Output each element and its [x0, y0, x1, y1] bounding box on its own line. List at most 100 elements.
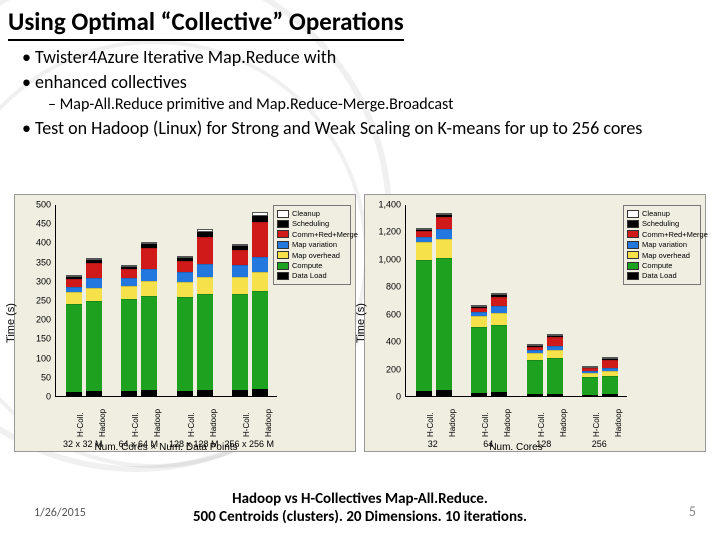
bar-segment — [86, 258, 102, 260]
y-tick-label: 600 — [386, 310, 401, 319]
x-axis-label: Num. Cores — [405, 442, 627, 453]
bar-segment — [141, 390, 157, 396]
x-bar-label: Hadoop — [210, 409, 218, 437]
bar-segment — [602, 359, 618, 360]
bar-segment — [471, 312, 487, 315]
bar-segment — [121, 299, 137, 391]
bullet-list: Twister4Azure Iterative Map.Reduce with … — [18, 44, 698, 142]
bar-segment — [416, 260, 432, 390]
legend-swatch — [277, 251, 289, 259]
bar-segment — [177, 391, 193, 396]
legend-swatch — [277, 262, 289, 270]
bar-segment — [471, 308, 487, 312]
bar-segment — [66, 304, 82, 392]
x-bar-label: H-Coll. — [132, 413, 140, 437]
y-axis-label: Time (s) — [5, 303, 17, 343]
legend-label: Compute — [642, 261, 672, 270]
bar-segment — [121, 269, 137, 279]
bar-segment — [66, 275, 82, 277]
legend-item: Scheduling — [627, 219, 697, 228]
bar-segment — [197, 277, 213, 294]
legend-swatch — [627, 251, 639, 259]
plot-area — [55, 205, 277, 397]
y-tick-label: 0 — [396, 393, 401, 402]
bar-segment — [177, 261, 193, 273]
bar-segment — [86, 278, 102, 288]
bar-segment — [416, 230, 432, 231]
bar-segment — [582, 377, 598, 395]
legend-item: Compute — [277, 261, 347, 270]
x-bar-label: H-Coll. — [593, 413, 601, 437]
bar-segment — [602, 357, 618, 359]
bar-segment — [66, 277, 82, 279]
bar-segment — [232, 244, 248, 246]
bar-segment — [141, 244, 157, 248]
y-tick-label: 800 — [386, 283, 401, 292]
x-bar-label: H-Coll. — [482, 413, 490, 437]
bar-segment — [471, 307, 487, 308]
legend-swatch — [277, 272, 289, 280]
bar-segment — [86, 260, 102, 263]
bar-segment — [547, 394, 563, 396]
bar-segment — [232, 246, 248, 250]
x-bar-label: Hadoop — [615, 409, 623, 437]
legend-swatch — [277, 210, 289, 218]
bullet-item: Test on Hadoop (Linux) for Strong and We… — [36, 117, 698, 140]
y-tick-label: 100 — [36, 354, 51, 363]
y-tick-label: 150 — [36, 335, 51, 344]
y-axis-ticks: 050100150200250300350400450500 — [19, 205, 53, 397]
legend-label: Comm+Red+Merge — [642, 230, 708, 239]
bar-segment — [491, 297, 507, 307]
bullet-subitem: Map-All.Reduce primitive and Map.Reduce-… — [62, 95, 698, 115]
legend-item: Data Load — [627, 271, 697, 280]
page-title: Using Optimal “Collective” Operations — [8, 6, 404, 41]
bullet-item: enhanced collectives — [36, 71, 698, 94]
legend-label: Map variation — [292, 240, 337, 249]
x-axis-label: Num. Cores × Num. Data Points — [55, 442, 277, 453]
bar-segment — [66, 279, 82, 287]
bar-segment — [602, 368, 618, 371]
legend-swatch — [627, 220, 639, 228]
bar-segment — [416, 391, 432, 396]
y-tick-label: 200 — [386, 365, 401, 374]
legend-item: Map overhead — [277, 251, 347, 260]
bar-segment — [141, 269, 157, 281]
bar-segment — [436, 390, 452, 396]
y-tick-label: 400 — [386, 338, 401, 347]
x-bar-label: H-Coll. — [77, 413, 85, 437]
caption-line: 500 Centroids (clusters). 20 Dimensions.… — [193, 508, 527, 526]
bar-segment — [252, 389, 268, 396]
bar-segment — [416, 242, 432, 260]
bar-segment — [582, 368, 598, 371]
legend-label: Data Load — [292, 271, 327, 280]
bar-segment — [436, 239, 452, 258]
bar-segment — [582, 371, 598, 373]
legend-label: Scheduling — [292, 219, 329, 228]
bar-segment — [491, 306, 507, 312]
legend-swatch — [627, 241, 639, 249]
legend-item: Data Load — [277, 271, 347, 280]
bar-segment — [197, 390, 213, 396]
legend-label: Comm+Red+Merge — [292, 230, 358, 239]
bar-segment — [121, 286, 137, 299]
bar-segment — [197, 264, 213, 277]
bar-segment — [582, 366, 598, 368]
bar-segment — [471, 316, 487, 327]
y-tick-label: 0 — [46, 393, 51, 402]
x-bar-label: Hadoop — [504, 409, 512, 437]
legend-item: Compute — [627, 261, 697, 270]
bar-segment — [416, 228, 432, 230]
x-bar-label: Hadoop — [560, 409, 568, 437]
chart-caption: Hadoop vs H-Collectives Map-All.Reduce. … — [0, 490, 720, 526]
y-tick-label: 1,400 — [378, 201, 401, 210]
bar-segment — [121, 278, 137, 286]
bar-segment — [582, 395, 598, 396]
legend-label: Map overhead — [642, 251, 690, 260]
legend-item: Comm+Red+Merge — [277, 230, 347, 239]
bar-segment — [177, 258, 193, 261]
bar-segment — [491, 295, 507, 297]
x-bar-label: Hadoop — [265, 409, 273, 437]
left-chart: Time (s) 050100150200250300350400450500 … — [14, 194, 356, 452]
legend-swatch — [627, 262, 639, 270]
legend-item: Map overhead — [627, 251, 697, 260]
